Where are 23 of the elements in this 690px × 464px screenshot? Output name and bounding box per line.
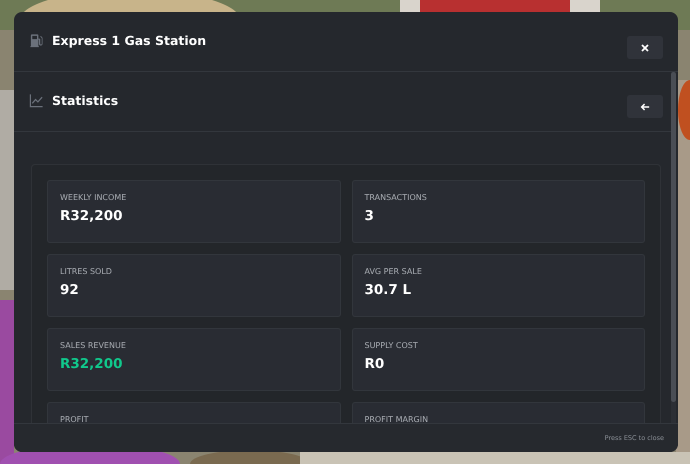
fuel-pump-icon (29, 32, 44, 48)
stat-label: SALES REVENUE (60, 341, 127, 350)
stat-value: 92 (60, 282, 80, 298)
close-button[interactable] (627, 36, 663, 59)
close-icon (640, 42, 650, 52)
stat-value: R0 (364, 356, 386, 372)
scrollbar-thumb[interactable] (671, 72, 676, 402)
stat-value: 3 (364, 208, 375, 224)
stat-label: PROFIT (60, 415, 90, 423)
stat-label: AVG PER SALE (364, 267, 423, 276)
line-chart-icon (29, 92, 44, 108)
stat-label: TRANSACTIONS (364, 193, 428, 202)
stat-label: SUPPLY COST (364, 341, 419, 350)
stat-label: PROFIT MARGIN (364, 415, 430, 423)
stat-label: LITRES SOLD (60, 267, 113, 276)
back-arrow-icon (640, 102, 650, 112)
section-title: Statistics (52, 92, 118, 108)
stat-label: WEEKLY INCOME (60, 193, 128, 202)
stat-value: R32,200 (60, 208, 124, 224)
back-button[interactable] (627, 95, 663, 118)
stat-value: R32,200 (60, 356, 124, 372)
stat-value: 30.7 L (364, 282, 412, 298)
window-title: Express 1 Gas Station (52, 32, 206, 48)
